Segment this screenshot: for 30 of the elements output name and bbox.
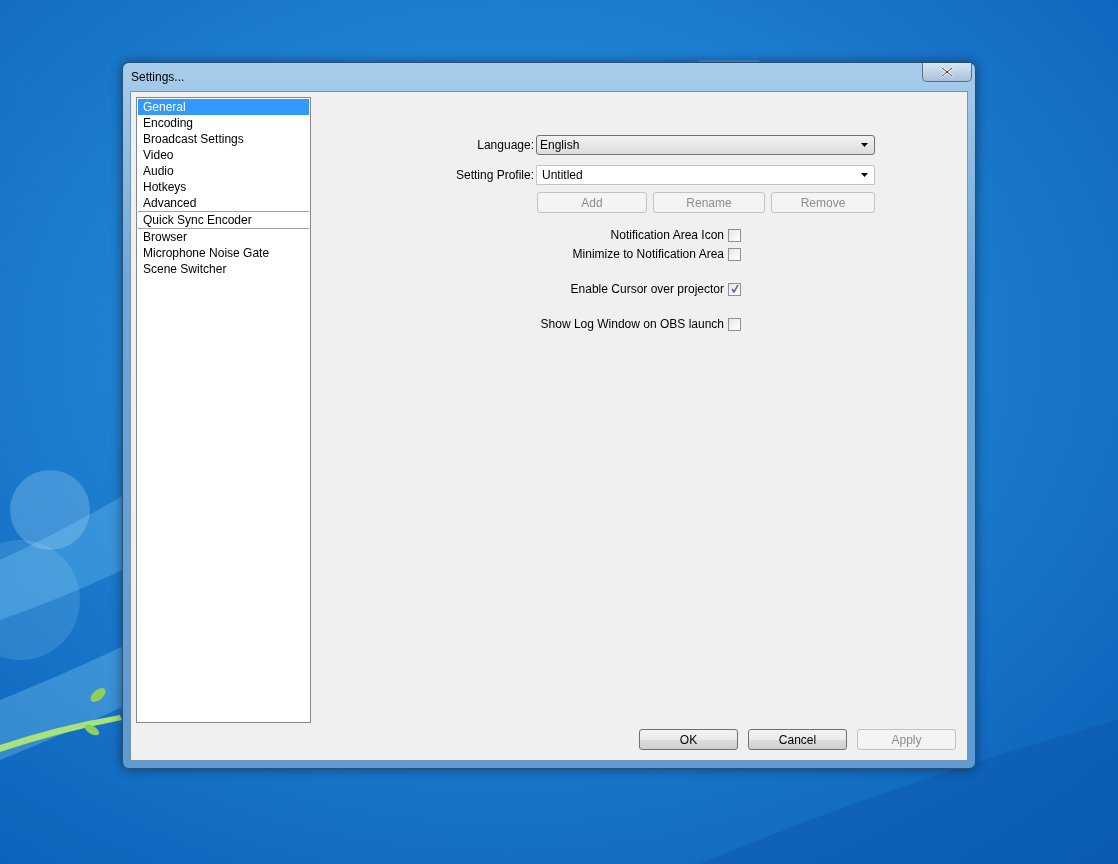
checkbox-label: Enable Cursor over projector <box>570 282 724 296</box>
dialog-button[interactable]: Cancel <box>748 729 847 750</box>
category-item[interactable]: Audio <box>138 163 309 179</box>
close-icon <box>941 67 953 77</box>
dropdown-arrow-icon <box>861 173 868 177</box>
checkbox[interactable] <box>728 317 741 331</box>
check-icon <box>730 285 739 293</box>
profile-label: Setting Profile: <box>454 168 534 182</box>
checkbox-label: Minimize to Notification Area <box>572 247 724 261</box>
profile-combo[interactable]: Untitled <box>536 165 875 185</box>
dialog-button[interactable]: OK <box>639 729 738 750</box>
category-item[interactable]: Advanced <box>138 195 309 211</box>
language-label: Language: <box>476 138 534 152</box>
checkbox-label: Notification Area Icon <box>610 228 724 242</box>
category-item[interactable]: Microphone Noise Gate <box>138 245 309 261</box>
checkbox-label: Show Log Window on OBS launch <box>540 317 724 331</box>
category-item[interactable]: Broadcast Settings <box>138 131 309 147</box>
close-button[interactable] <box>922 63 972 82</box>
category-item[interactable]: Encoding <box>138 115 309 131</box>
checkbox[interactable] <box>728 247 741 261</box>
category-item[interactable]: Hotkeys <box>138 179 309 195</box>
category-item[interactable]: Scene Switcher <box>138 261 309 277</box>
category-item[interactable]: Browser <box>138 229 309 245</box>
category-item[interactable]: Video <box>138 147 309 163</box>
window-title: Settings... <box>130 70 185 84</box>
checkbox[interactable] <box>728 228 741 242</box>
checkbox[interactable] <box>728 282 741 296</box>
language-dropdown[interactable]: English <box>536 135 875 155</box>
category-item[interactable]: Quick Sync Encoder <box>138 212 309 228</box>
dropdown-arrow-icon <box>861 143 868 147</box>
